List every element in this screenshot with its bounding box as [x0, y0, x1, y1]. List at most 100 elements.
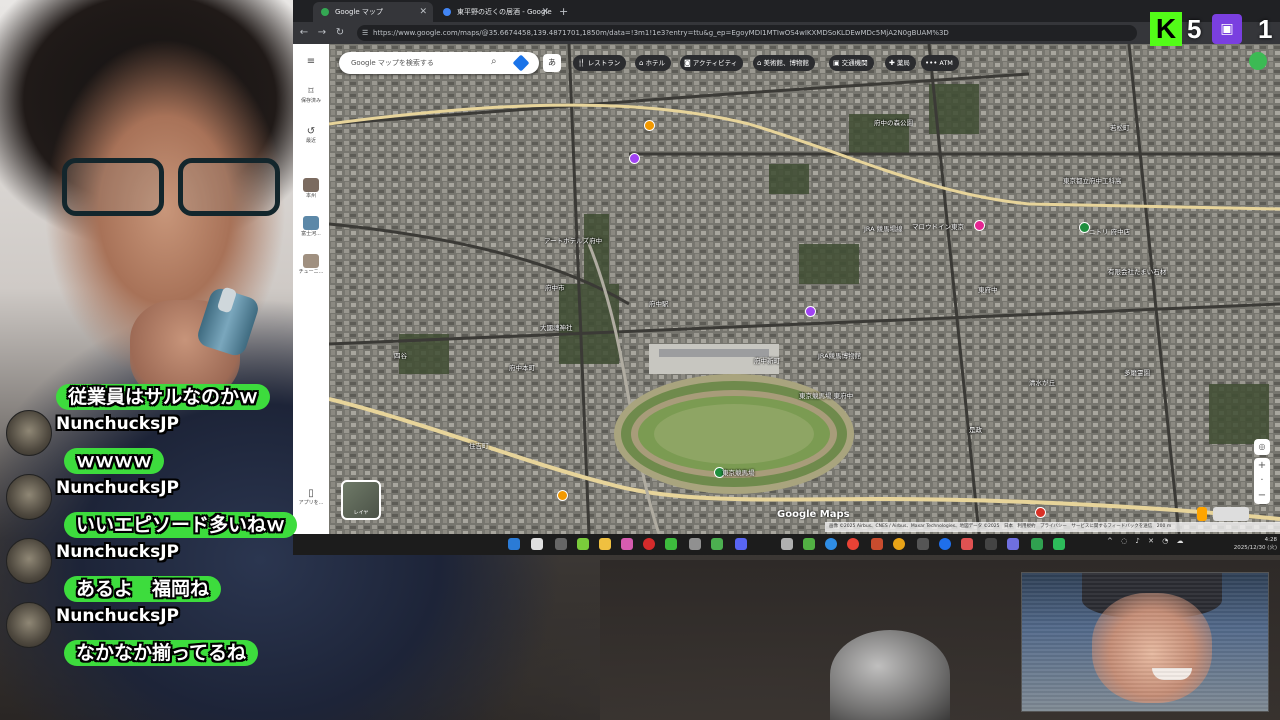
- chip-atm[interactable]: ••• ATM: [921, 55, 959, 71]
- chip-hotels[interactable]: ⌂ ホテル: [635, 55, 671, 71]
- map-label[interactable]: 府中市: [545, 282, 565, 292]
- app-icon[interactable]: [689, 538, 701, 550]
- hotel-pin-icon[interactable]: [974, 220, 985, 231]
- recent-place-3[interactable]: チューニ...: [293, 254, 329, 275]
- map-label[interactable]: 若松町: [1110, 122, 1130, 132]
- windows-taskbar: ^ ◌ ♪ ✕ ◔ ☁ 4:28 2025/12/30 (火): [293, 534, 1280, 555]
- map-label[interactable]: 府中の森公園: [874, 117, 913, 127]
- edge-icon[interactable]: [825, 538, 837, 550]
- layers-button[interactable]: レイヤ: [341, 480, 381, 520]
- chip-museums[interactable]: ⌂ 美術館、博物館: [753, 55, 815, 71]
- chat-avatar: [6, 602, 52, 648]
- xbox-icon[interactable]: [803, 538, 815, 550]
- new-tab-button[interactable]: +: [559, 2, 568, 22]
- my-location-icon[interactable]: ◎: [1254, 439, 1270, 455]
- directions-icon[interactable]: [512, 54, 530, 72]
- recent-button[interactable]: ↺ 最近: [293, 126, 329, 144]
- map-label[interactable]: JRA競馬博物館: [818, 350, 861, 360]
- map-label[interactable]: 東京都立府中工科高: [1063, 175, 1122, 185]
- map-label[interactable]: 府中本町: [509, 362, 535, 372]
- map-label[interactable]: 有限会社たまい石材: [1108, 266, 1166, 276]
- map-label[interactable]: 東京競馬場 東府中: [799, 390, 853, 400]
- recent-place-1[interactable]: 本州: [293, 178, 329, 199]
- app-icon[interactable]: [961, 538, 973, 550]
- account-avatar[interactable]: [1249, 52, 1267, 70]
- app-icon[interactable]: [917, 538, 929, 550]
- system-tray-icons[interactable]: ^ ◌ ♪ ✕ ◔ ☁: [1107, 537, 1187, 545]
- app-icon[interactable]: [577, 538, 589, 550]
- app-icon[interactable]: [985, 538, 997, 550]
- map-label[interactable]: 多磨霊園: [1124, 367, 1150, 377]
- map-label[interactable]: 府中駅: [649, 298, 669, 308]
- maps-side-rail: ≡ ⌑ 保存済み ↺ 最近 本州 富士河... チューニ... ▯ アプリを...: [293, 44, 329, 534]
- chip-transit[interactable]: ▣ 交通機関: [829, 55, 874, 71]
- maps-search-box[interactable]: Google マップを検索する ⌕: [339, 52, 539, 74]
- app-icon[interactable]: [621, 538, 633, 550]
- app-icon[interactable]: [871, 538, 883, 550]
- tab-google-maps[interactable]: Google マップ ✕: [313, 2, 433, 22]
- app-icon[interactable]: [781, 538, 793, 550]
- zoom-out-icon[interactable]: −: [1254, 488, 1270, 503]
- map-label[interactable]: 東京競馬場: [722, 467, 755, 477]
- discord-icon[interactable]: [735, 538, 747, 550]
- record-icon[interactable]: [643, 538, 655, 550]
- app-icon[interactable]: [1031, 538, 1043, 550]
- chat-avatar: [6, 538, 52, 584]
- imagery-thumbnails[interactable]: [1213, 507, 1249, 521]
- taskbar-clock[interactable]: 4:28 2025/12/30 (火): [1217, 536, 1277, 552]
- more-icon: •••: [925, 59, 938, 67]
- chat-message: なかなか揃ってるね: [64, 640, 259, 666]
- app-icon[interactable]: [1053, 538, 1065, 550]
- app-icon[interactable]: [711, 538, 723, 550]
- saved-button[interactable]: ⌑ 保存済み: [293, 86, 329, 104]
- app-icon[interactable]: [1007, 538, 1019, 550]
- get-app-button[interactable]: ▯ アプリを...: [293, 488, 329, 506]
- place-pin-icon[interactable]: [629, 153, 640, 164]
- search-input[interactable]: Google マップを検索する: [351, 52, 434, 74]
- task-view-icon[interactable]: [531, 538, 543, 550]
- zoom-in-icon[interactable]: +: [1254, 458, 1270, 473]
- pegman-icon[interactable]: [1197, 507, 1207, 521]
- satellite-map[interactable]: Google マップを検索する ⌕ あ 🍴 レストラン ⌂ ホテル ◙ アクティビティ…: [329, 44, 1280, 534]
- recent-place-2[interactable]: 富士河...: [293, 216, 329, 237]
- map-label[interactable]: マロウドイン東京: [912, 221, 964, 231]
- map-label[interactable]: 是政: [969, 424, 982, 434]
- app-icon[interactable]: [893, 538, 905, 550]
- file-explorer-icon[interactable]: [599, 538, 611, 550]
- map-label[interactable]: 四谷: [394, 350, 407, 360]
- map-label[interactable]: アートホテルズ府中: [544, 235, 602, 245]
- menu-icon: ≡: [306, 56, 316, 67]
- map-label[interactable]: JRA 競馬場線: [864, 223, 903, 233]
- twitch-viewer-count: 1: [1258, 14, 1273, 44]
- address-bar[interactable]: ☰ https://www.google.com/maps/@35.667445…: [357, 25, 1137, 41]
- menu-button[interactable]: ≡: [293, 56, 329, 67]
- train-icon: ▣: [833, 59, 840, 67]
- museum-pin-icon[interactable]: [805, 306, 816, 317]
- app-icon[interactable]: [555, 538, 567, 550]
- place-pin-icon[interactable]: [1035, 507, 1046, 518]
- app-icon[interactable]: [939, 538, 951, 550]
- map-label[interactable]: 府中新町: [754, 355, 780, 365]
- map-label[interactable]: ニトリ 府中店: [1089, 226, 1130, 236]
- map-label[interactable]: 大國魂神社: [540, 322, 573, 332]
- restaurant-pin-icon[interactable]: [644, 120, 655, 131]
- close-tab-icon[interactable]: ✕: [541, 2, 549, 22]
- chrome-icon[interactable]: [847, 538, 859, 550]
- map-label[interactable]: 住吉町: [469, 440, 489, 450]
- tab-google-search[interactable]: 東平野の近くの居酒 - Google 検 ✕: [435, 2, 555, 36]
- reload-icon[interactable]: ↻: [332, 25, 348, 41]
- chip-restaurants[interactable]: 🍴 レストラン: [573, 55, 627, 71]
- site-info-icon[interactable]: ☰: [362, 25, 368, 41]
- map-label[interactable]: 清水が丘: [1029, 377, 1055, 387]
- chip-pharmacy[interactable]: ✚ 薬局: [885, 55, 916, 71]
- restaurant-pin-icon[interactable]: [557, 490, 568, 501]
- map-label[interactable]: 東府中: [978, 284, 998, 294]
- start-icon[interactable]: [508, 538, 520, 550]
- line-icon[interactable]: [665, 538, 677, 550]
- forward-icon[interactable]: →: [314, 25, 330, 41]
- chip-activities[interactable]: ◙ アクティビティ: [680, 55, 744, 71]
- search-icon[interactable]: ⌕: [491, 56, 497, 67]
- back-icon[interactable]: ←: [296, 25, 312, 41]
- close-tab-icon[interactable]: ✕: [419, 2, 427, 22]
- maps-favicon-icon: [321, 8, 329, 16]
